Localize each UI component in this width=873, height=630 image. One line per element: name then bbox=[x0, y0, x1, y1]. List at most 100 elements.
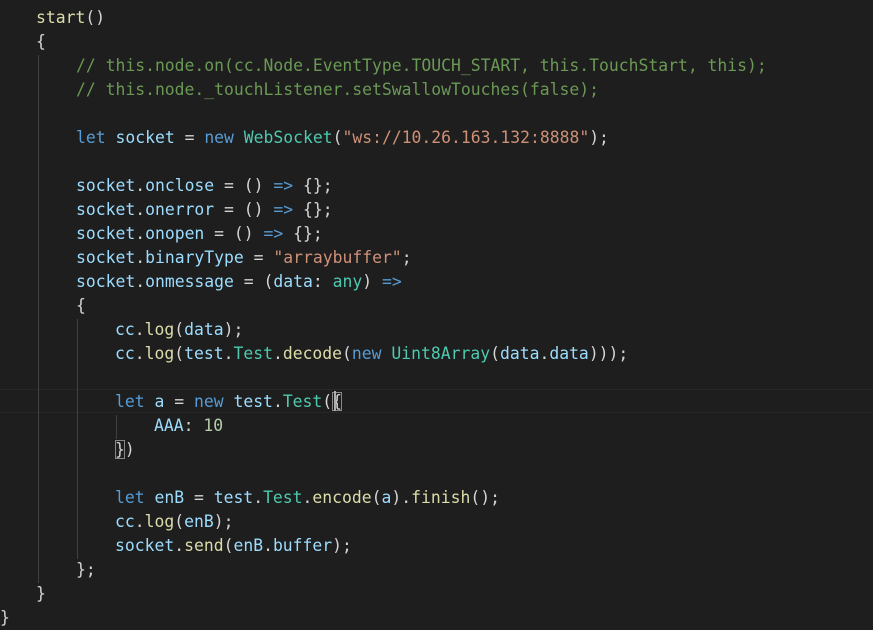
code-token: a bbox=[381, 488, 392, 507]
code-token: socket bbox=[76, 176, 136, 195]
code-token: ) bbox=[362, 272, 382, 291]
code-token: : bbox=[183, 416, 204, 435]
code-line[interactable]: { bbox=[36, 30, 46, 54]
code-editor[interactable]: start(){// this.node.on(cc.Node.EventTyp… bbox=[0, 0, 873, 628]
code-token: new bbox=[351, 344, 382, 363]
code-token: socket bbox=[115, 128, 175, 147]
code-token: data bbox=[499, 344, 540, 363]
code-token: . bbox=[135, 176, 146, 195]
code-token: buffer bbox=[272, 536, 333, 555]
code-token: . bbox=[134, 512, 145, 531]
code-token: ( bbox=[174, 512, 185, 531]
code-line[interactable]: let socket = new WebSocket("ws://10.26.1… bbox=[76, 126, 609, 150]
code-token: enB bbox=[154, 488, 185, 507]
code-token: . bbox=[253, 488, 264, 507]
code-token: enB bbox=[233, 536, 264, 555]
code-token: . bbox=[302, 488, 313, 507]
code-token: . bbox=[134, 344, 145, 363]
code-token: finish bbox=[411, 488, 471, 507]
code-token: data bbox=[549, 344, 589, 363]
code-line[interactable]: }; bbox=[76, 558, 96, 582]
code-line[interactable]: // this.node._touchListener.setSwallowTo… bbox=[76, 78, 599, 102]
code-token: AAA bbox=[154, 416, 184, 435]
code-token: ) bbox=[124, 440, 135, 459]
code-token: } bbox=[36, 584, 46, 603]
code-token: ( bbox=[371, 488, 382, 507]
code-line[interactable]: } bbox=[0, 606, 10, 630]
code-token: . bbox=[135, 248, 146, 267]
code-token: cc bbox=[115, 320, 135, 339]
code-token: = ( bbox=[233, 272, 274, 291]
code-token: cc bbox=[115, 512, 135, 531]
indent-guide bbox=[116, 415, 117, 439]
code-line[interactable]: socket.onclose = () => {}; bbox=[76, 174, 333, 198]
code-line[interactable]: let a = new test.Test({ bbox=[115, 390, 343, 414]
code-token: new bbox=[193, 392, 224, 411]
code-token: = () bbox=[214, 200, 274, 219]
code-line[interactable]: start() bbox=[36, 6, 105, 30]
code-token: . bbox=[135, 272, 146, 291]
code-token: a bbox=[154, 392, 165, 411]
code-token: let bbox=[115, 392, 145, 411]
code-token: . bbox=[272, 392, 283, 411]
code-token: Test bbox=[233, 344, 273, 363]
code-token: test bbox=[233, 392, 273, 411]
indent-guide bbox=[77, 319, 78, 559]
code-token: (); bbox=[470, 488, 500, 507]
code-token: socket bbox=[76, 272, 136, 291]
code-line[interactable]: { bbox=[76, 294, 86, 318]
code-token: }; bbox=[76, 560, 96, 579]
code-line[interactable]: socket.send(enB.buffer); bbox=[115, 534, 352, 558]
code-token: Uint8Array bbox=[391, 344, 491, 363]
code-line[interactable]: socket.onerror = () => {}; bbox=[76, 198, 333, 222]
code-token: => bbox=[273, 176, 294, 195]
code-token: onerror bbox=[145, 200, 215, 219]
code-token: onmessage bbox=[145, 272, 234, 291]
code-line[interactable]: let enB = test.Test.encode(a).finish(); bbox=[115, 486, 500, 510]
code-token: onopen bbox=[145, 224, 205, 243]
code-line[interactable]: cc.log(test.Test.decode(new Uint8Array(d… bbox=[115, 342, 628, 366]
code-line[interactable]: } bbox=[36, 582, 46, 606]
code-line[interactable]: cc.log(data); bbox=[115, 318, 243, 342]
code-token: enB bbox=[184, 512, 214, 531]
indent-guide bbox=[38, 55, 39, 583]
code-token: ); bbox=[332, 536, 352, 555]
code-token: ( bbox=[223, 536, 234, 555]
code-token: {}; bbox=[283, 224, 323, 243]
code-line[interactable]: socket.binaryType = "arraybuffer"; bbox=[76, 246, 412, 270]
code-token: => bbox=[381, 272, 402, 291]
code-token: ; bbox=[401, 248, 412, 267]
code-line[interactable]: socket.onopen = () => {}; bbox=[76, 222, 323, 246]
code-token: : bbox=[312, 272, 333, 291]
code-token: . bbox=[174, 536, 185, 555]
code-token: log bbox=[144, 344, 175, 363]
code-line[interactable]: }) bbox=[115, 438, 135, 462]
code-token: ); bbox=[589, 128, 609, 147]
code-line[interactable]: AAA: 10 bbox=[154, 414, 223, 438]
code-line[interactable]: cc.log(enB); bbox=[115, 510, 233, 534]
code-token: data bbox=[273, 272, 313, 291]
code-token: // this.node.on(cc.Node.EventType.TOUCH_… bbox=[76, 56, 767, 75]
code-token: ( bbox=[174, 344, 185, 363]
code-token: ). bbox=[391, 488, 412, 507]
code-token: = bbox=[184, 488, 214, 507]
code-token: new bbox=[204, 128, 234, 147]
code-line[interactable]: socket.onmessage = (data: any) => bbox=[76, 270, 402, 294]
code-token: let bbox=[115, 488, 145, 507]
code-token: () bbox=[85, 8, 106, 27]
code-token: send bbox=[184, 536, 224, 555]
text-cursor bbox=[334, 391, 336, 411]
code-token: let bbox=[76, 128, 106, 147]
code-token: {}; bbox=[293, 176, 333, 195]
code-token: ))); bbox=[588, 344, 629, 363]
code-token: WebSocket bbox=[243, 128, 333, 147]
code-token: "ws://10.26.163.132:8888" bbox=[342, 128, 590, 147]
code-token: = bbox=[174, 128, 205, 147]
code-token: log bbox=[144, 512, 175, 531]
code-token: any bbox=[332, 272, 363, 291]
code-line[interactable]: // this.node.on(cc.Node.EventType.TOUCH_… bbox=[76, 54, 767, 78]
